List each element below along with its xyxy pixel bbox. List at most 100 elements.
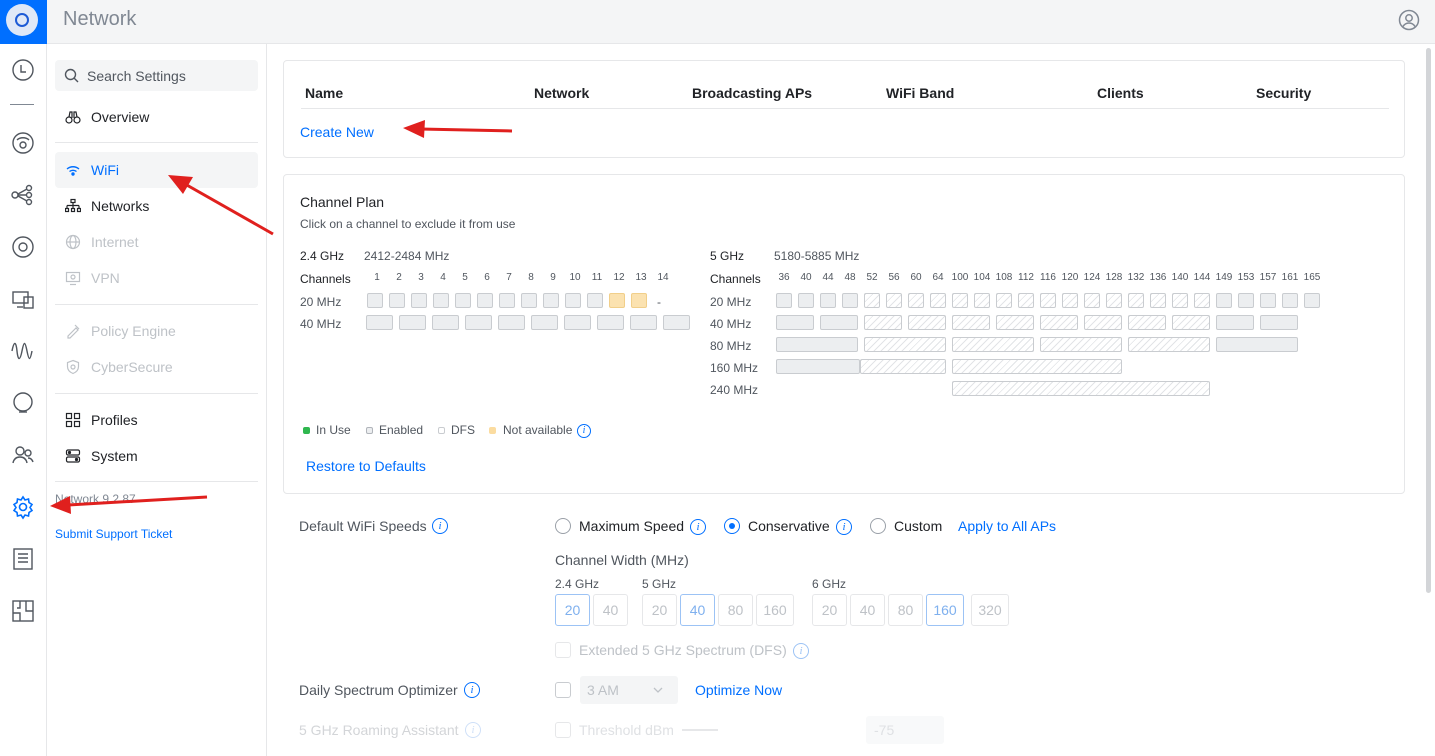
channel-cell-5-20[interactable]	[908, 293, 924, 308]
info-icon[interactable]: i	[464, 682, 480, 698]
channel-cell-5-20[interactable]	[1238, 293, 1254, 308]
channel-cell-24-40[interactable]	[663, 315, 690, 330]
channel-cell-24-20[interactable]	[521, 293, 537, 308]
channel-cell-24-20[interactable]	[477, 293, 493, 308]
info-icon[interactable]: i	[836, 519, 852, 535]
column-header-clients[interactable]: Clients	[1097, 85, 1144, 101]
radio-custom[interactable]	[870, 518, 886, 534]
sidebar-item-profiles[interactable]: Profiles	[55, 402, 258, 438]
maximum-speed-label[interactable]: Maximum Speed	[579, 518, 684, 534]
width-6-160[interactable]: 160	[926, 594, 964, 626]
channel-cell-24-40[interactable]	[498, 315, 525, 330]
channel-cell-24-20[interactable]	[587, 293, 603, 308]
settings-icon[interactable]	[10, 494, 36, 520]
channel-cell-5-80[interactable]	[1128, 337, 1210, 352]
ports-icon[interactable]	[10, 286, 36, 312]
radio-conservative[interactable]	[724, 518, 740, 534]
optimize-now-link[interactable]: Optimize Now	[695, 682, 782, 698]
channel-cell-5-20[interactable]	[974, 293, 990, 308]
column-header-name[interactable]: Name	[305, 85, 343, 101]
channel-cell-5-20[interactable]	[820, 293, 836, 308]
width-6-40[interactable]: 40	[850, 594, 885, 626]
width-24-20[interactable]: 20	[555, 594, 590, 626]
insights-icon[interactable]	[10, 338, 36, 364]
channel-cell-5-80[interactable]	[952, 337, 1034, 352]
channel-cell-5-20[interactable]	[952, 293, 968, 308]
channel-cell-24-20[interactable]	[499, 293, 515, 308]
channel-cell-24-40[interactable]	[564, 315, 591, 330]
apply-to-all-aps-link[interactable]: Apply to All APs	[958, 518, 1056, 534]
channel-cell-5-80[interactable]	[1040, 337, 1122, 352]
info-icon[interactable]: i	[432, 518, 448, 534]
info-icon[interactable]: i	[793, 643, 809, 659]
channel-cell-24-40[interactable]	[399, 315, 426, 330]
channel-cell-5-40[interactable]	[776, 315, 814, 330]
column-header-wifi-band[interactable]: WiFi Band	[886, 85, 954, 101]
channel-cell-5-40[interactable]	[864, 315, 902, 330]
submit-support-ticket-link[interactable]: Submit Support Ticket	[55, 527, 172, 541]
info-icon[interactable]: i	[690, 519, 706, 535]
sidebar-item-wifi[interactable]: WiFi	[55, 152, 258, 188]
conservative-label[interactable]: Conservative	[748, 518, 830, 534]
sidebar-item-networks[interactable]: Networks	[55, 188, 258, 224]
radio-maximum-speed[interactable]	[555, 518, 571, 534]
width-5-80[interactable]: 80	[718, 594, 753, 626]
extended-dfs-checkbox[interactable]	[555, 642, 571, 658]
channel-cell-5-40[interactable]	[1216, 315, 1254, 330]
roaming-assistant-checkbox[interactable]	[555, 722, 571, 738]
channel-cell-5-20[interactable]	[1150, 293, 1166, 308]
channel-cell-5-20[interactable]	[930, 293, 946, 308]
channel-cell-5-80[interactable]	[1216, 337, 1298, 352]
channel-cell-5-20[interactable]	[1018, 293, 1034, 308]
create-new-link[interactable]: Create New	[300, 124, 374, 140]
channel-cell-24-20[interactable]	[455, 293, 471, 308]
channel-cell-5-20[interactable]	[886, 293, 902, 308]
channel-cell-5-40[interactable]	[1040, 315, 1078, 330]
channel-cell-5-20[interactable]	[1304, 293, 1320, 308]
sidebar-item-vpn[interactable]: VPN	[55, 260, 258, 296]
channel-cell-24-40[interactable]	[465, 315, 492, 330]
column-header-network[interactable]: Network	[534, 85, 589, 101]
channel-cell-5-20[interactable]	[842, 293, 858, 308]
sidebar-item-internet[interactable]: Internet	[55, 224, 258, 260]
channel-cell-5-20[interactable]	[1194, 293, 1210, 308]
info-icon[interactable]: i	[465, 722, 481, 738]
width-5-160[interactable]: 160	[756, 594, 794, 626]
roaming-threshold-input[interactable]: -75	[866, 716, 944, 744]
unifi-logo[interactable]	[0, 0, 47, 44]
devices-icon[interactable]	[10, 130, 36, 156]
column-header-broadcasting-aps[interactable]: Broadcasting APs	[692, 85, 812, 101]
channel-cell-24-40[interactable]	[597, 315, 624, 330]
width-5-40[interactable]: 40	[680, 594, 715, 626]
floorplan-icon[interactable]	[10, 598, 36, 624]
channel-cell-5-20[interactable]	[1216, 293, 1232, 308]
channel-cell-5-40[interactable]	[908, 315, 946, 330]
channel-cell-5-20[interactable]	[776, 293, 792, 308]
channel-cell-5-20[interactable]	[798, 293, 814, 308]
width-5-20[interactable]: 20	[642, 594, 677, 626]
optimizer-time-select[interactable]: 3 AM	[580, 676, 678, 704]
channel-cell-24-20[interactable]	[367, 293, 383, 308]
restore-defaults-link[interactable]: Restore to Defaults	[306, 458, 426, 474]
channel-cell-24-20[interactable]	[543, 293, 559, 308]
channel-cell-24-20[interactable]	[565, 293, 581, 308]
channel-cell-5-20[interactable]	[1040, 293, 1056, 308]
sidebar-item-overview[interactable]: Overview	[55, 99, 258, 135]
channel-cell-24-20[interactable]	[411, 293, 427, 308]
channel-cell-24-40[interactable]	[432, 315, 459, 330]
logs-icon[interactable]	[10, 546, 36, 572]
channel-cell-5-80[interactable]	[776, 337, 858, 352]
width-6-80[interactable]: 80	[888, 594, 923, 626]
channel-cell-5-20[interactable]	[1084, 293, 1100, 308]
roaming-slider[interactable]	[682, 729, 718, 731]
channel-cell-5-20[interactable]	[1282, 293, 1298, 308]
channel-cell-5-20[interactable]	[996, 293, 1012, 308]
channel-cell-5-160[interactable]	[952, 359, 1122, 374]
sidebar-item-system[interactable]: System	[55, 438, 258, 474]
channel-cell-5-40[interactable]	[996, 315, 1034, 330]
sidebar-item-policy-engine[interactable]: Policy Engine	[55, 313, 258, 349]
scrollbar[interactable]	[1426, 48, 1431, 593]
channel-cell-5-40[interactable]	[1260, 315, 1298, 330]
channel-cell-5-20[interactable]	[1260, 293, 1276, 308]
channel-cell-5-40[interactable]	[952, 315, 990, 330]
